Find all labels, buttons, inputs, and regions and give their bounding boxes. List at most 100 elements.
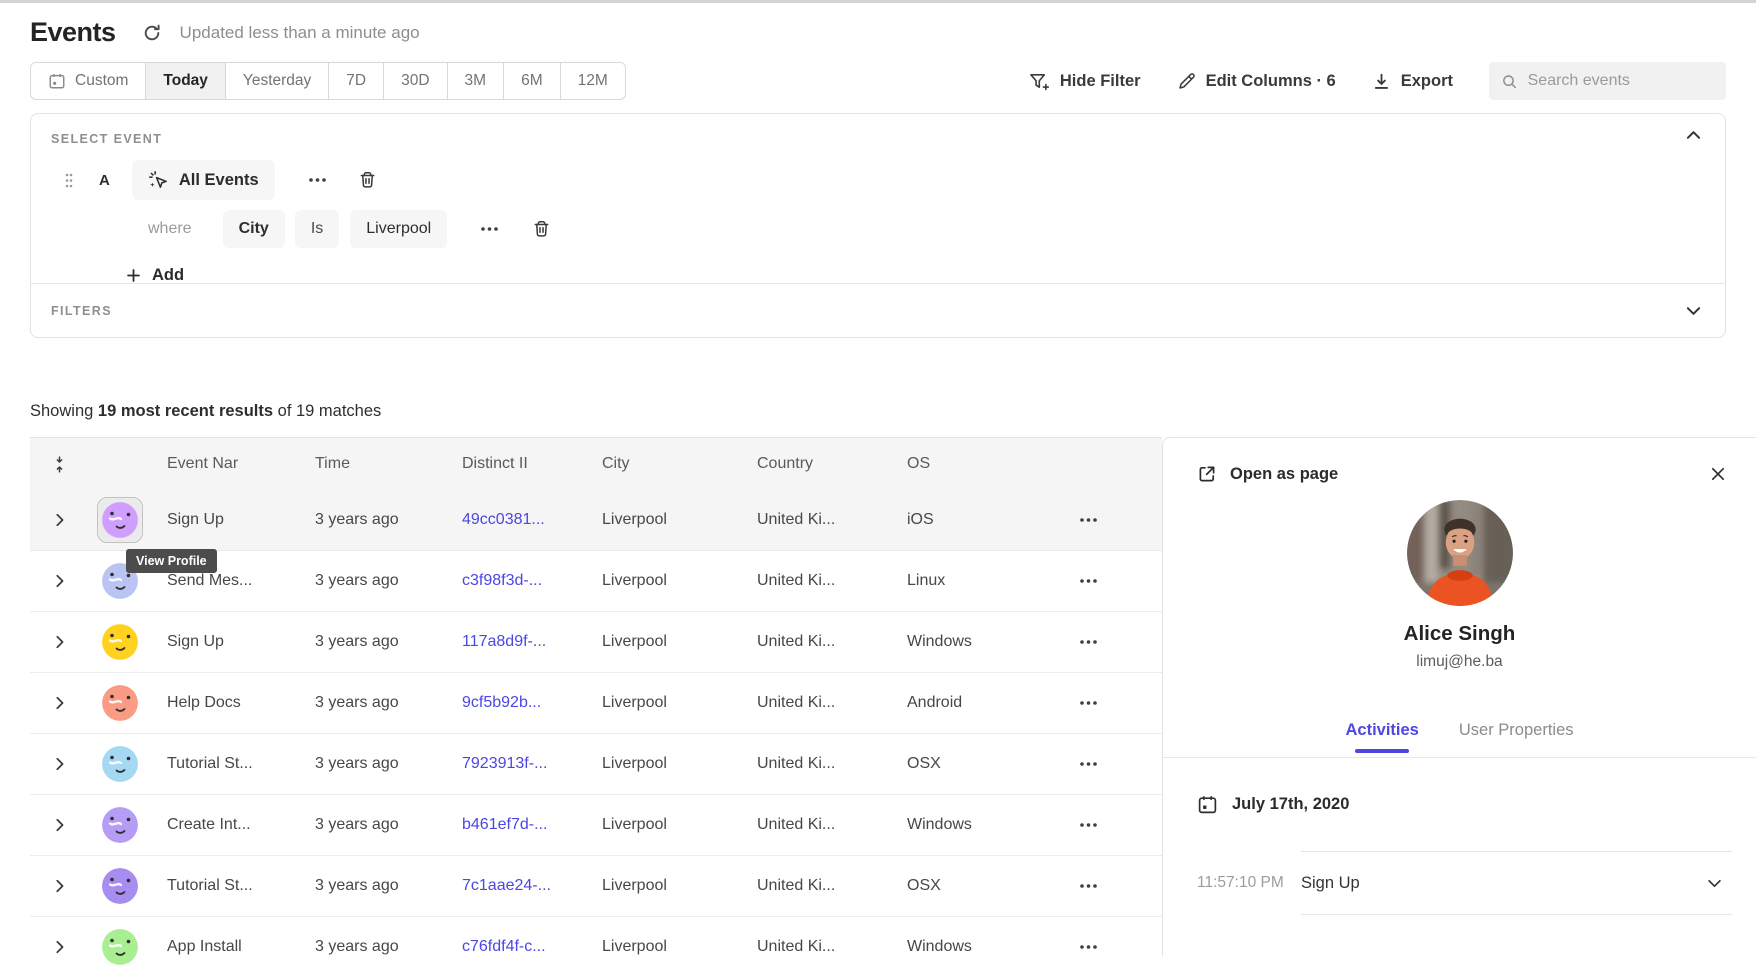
event-more-button[interactable] [305,174,330,186]
table-row: Sign Up 3 years ago 117a8d9f-... Liverpo… [30,612,1162,673]
column-header-os: OS [907,455,1015,473]
panel-collapse-button[interactable] [1686,130,1701,140]
filters-section-header[interactable]: FILTERS [31,283,1725,337]
property-chip[interactable]: City [223,210,285,248]
cell-distinct-id[interactable]: 49cc0381... [462,511,602,529]
user-avatar-icon [102,868,138,904]
row-more-button[interactable] [1015,701,1162,705]
refresh-button[interactable] [142,23,162,43]
open-as-page-button[interactable]: Open as page [1197,464,1338,484]
cell-distinct-id[interactable]: b461ef7d-... [462,816,602,834]
user-avatar-button[interactable] [97,863,143,909]
row-expander-button[interactable] [30,879,88,893]
row-expander-button[interactable] [30,513,88,527]
tab-activities[interactable]: Activities [1346,721,1419,753]
refresh-icon [142,23,162,43]
trash-icon [358,170,377,190]
cell-event-name: Sign Up [152,511,315,529]
row-expander-button[interactable] [30,635,88,649]
chevron-right-icon [55,940,64,954]
row-expander-button[interactable] [30,574,88,588]
row-expander-button[interactable] [30,940,88,954]
operator-chip[interactable]: Is [295,210,339,248]
export-label: Export [1401,72,1453,91]
user-avatar-button[interactable] [97,680,143,726]
results-summary: Showing 19 most recent results of 19 mat… [30,402,1726,421]
select-event-panel: SELECT EVENT A All Events where City Is … [30,113,1726,338]
date-tab-30d[interactable]: 30D [383,63,446,99]
date-tab-12m[interactable]: 12M [560,63,625,99]
cell-event-name: Help Docs [152,694,315,712]
cell-event-name: Create Int... [152,816,315,834]
value-chip[interactable]: Liverpool [350,210,447,248]
row-more-button[interactable] [1015,884,1162,888]
activity-event-dropdown[interactable]: Sign Up [1301,851,1732,915]
profile-tabs: Activities User Properties [1163,721,1756,753]
cell-country: United Ki... [757,938,907,956]
date-tab-yesterday[interactable]: Yesterday [225,63,328,99]
cell-distinct-id[interactable]: c3f98f3d-... [462,572,602,590]
trash-icon [532,219,551,239]
search-input[interactable] [1528,72,1714,90]
chevron-right-icon [55,696,64,710]
cell-distinct-id[interactable]: 7c1aae24-... [462,877,602,895]
row-more-button[interactable] [1015,518,1162,522]
tab-user-properties[interactable]: User Properties [1459,721,1574,753]
cell-distinct-id[interactable]: c76fdf4f-c... [462,938,602,956]
cell-time: 3 years ago [315,694,462,712]
cell-event-name: Sign Up [152,633,315,651]
cell-distinct-id[interactable]: 117a8d9f-... [462,633,602,651]
avatar-face [102,685,138,721]
user-avatar-button[interactable] [97,741,143,787]
user-avatar-button[interactable] [97,619,143,665]
drag-handle-icon[interactable] [65,173,73,188]
edit-columns-label: Edit Columns · 6 [1206,72,1336,91]
date-tab-custom[interactable]: Custom [31,63,145,99]
row-more-button[interactable] [1015,579,1162,583]
date-tab-7d[interactable]: 7D [328,63,383,99]
filter-more-button[interactable] [477,223,502,235]
profile-photo-image [1407,500,1513,606]
user-avatar-button[interactable] [97,924,143,970]
user-avatar-button[interactable] [97,802,143,848]
cell-distinct-id[interactable]: 7923913f-... [462,755,602,773]
row-more-button[interactable] [1015,640,1162,644]
profile-name: Alice Singh [1163,622,1756,646]
toolbar-actions: Hide Filter Edit Columns · 6 Export [1029,62,1726,100]
date-tab-today[interactable]: Today [145,63,225,99]
inactive-tab-indicator [1489,749,1543,753]
cell-time: 3 years ago [315,511,462,529]
close-panel-button[interactable] [1710,466,1726,482]
cell-city: Liverpool [602,694,757,712]
dropdown-chevron-button[interactable] [1707,879,1722,888]
date-tab-3m[interactable]: 3M [447,63,504,99]
table-row: Tutorial St... 3 years ago 7c1aae24-... … [30,856,1162,917]
row-more-button[interactable] [1015,945,1162,949]
event-delete-button[interactable] [358,170,377,190]
filters-expand-button[interactable] [1686,306,1701,316]
cell-os: Android [907,694,1015,712]
cell-os: iOS [907,511,1015,529]
avatar-face [102,929,138,965]
cell-distinct-id[interactable]: 9cf5b92b... [462,694,602,712]
collapse-all-rows-button[interactable] [30,455,88,474]
hide-filter-button[interactable]: Hide Filter [1029,72,1141,91]
user-avatar-button[interactable] [97,497,143,543]
row-expander-button[interactable] [30,696,88,710]
edit-columns-button[interactable]: Edit Columns · 6 [1177,72,1336,91]
table-row: App Install 3 years ago c76fdf4f-c... Li… [30,917,1162,971]
filter-delete-button[interactable] [532,219,551,239]
activity-date-row: July 17th, 2020 [1163,794,1756,815]
row-more-button[interactable] [1015,762,1162,766]
cell-city: Liverpool [602,633,757,651]
close-icon [1710,466,1726,482]
pencil-icon [1177,72,1196,91]
all-events-button[interactable]: All Events [132,160,275,200]
row-expander-button[interactable] [30,818,88,832]
select-event-label: SELECT EVENT [51,132,1705,146]
date-tab-6m[interactable]: 6M [503,63,560,99]
export-button[interactable]: Export [1372,72,1453,91]
row-expander-button[interactable] [30,757,88,771]
cell-country: United Ki... [757,572,907,590]
row-more-button[interactable] [1015,823,1162,827]
